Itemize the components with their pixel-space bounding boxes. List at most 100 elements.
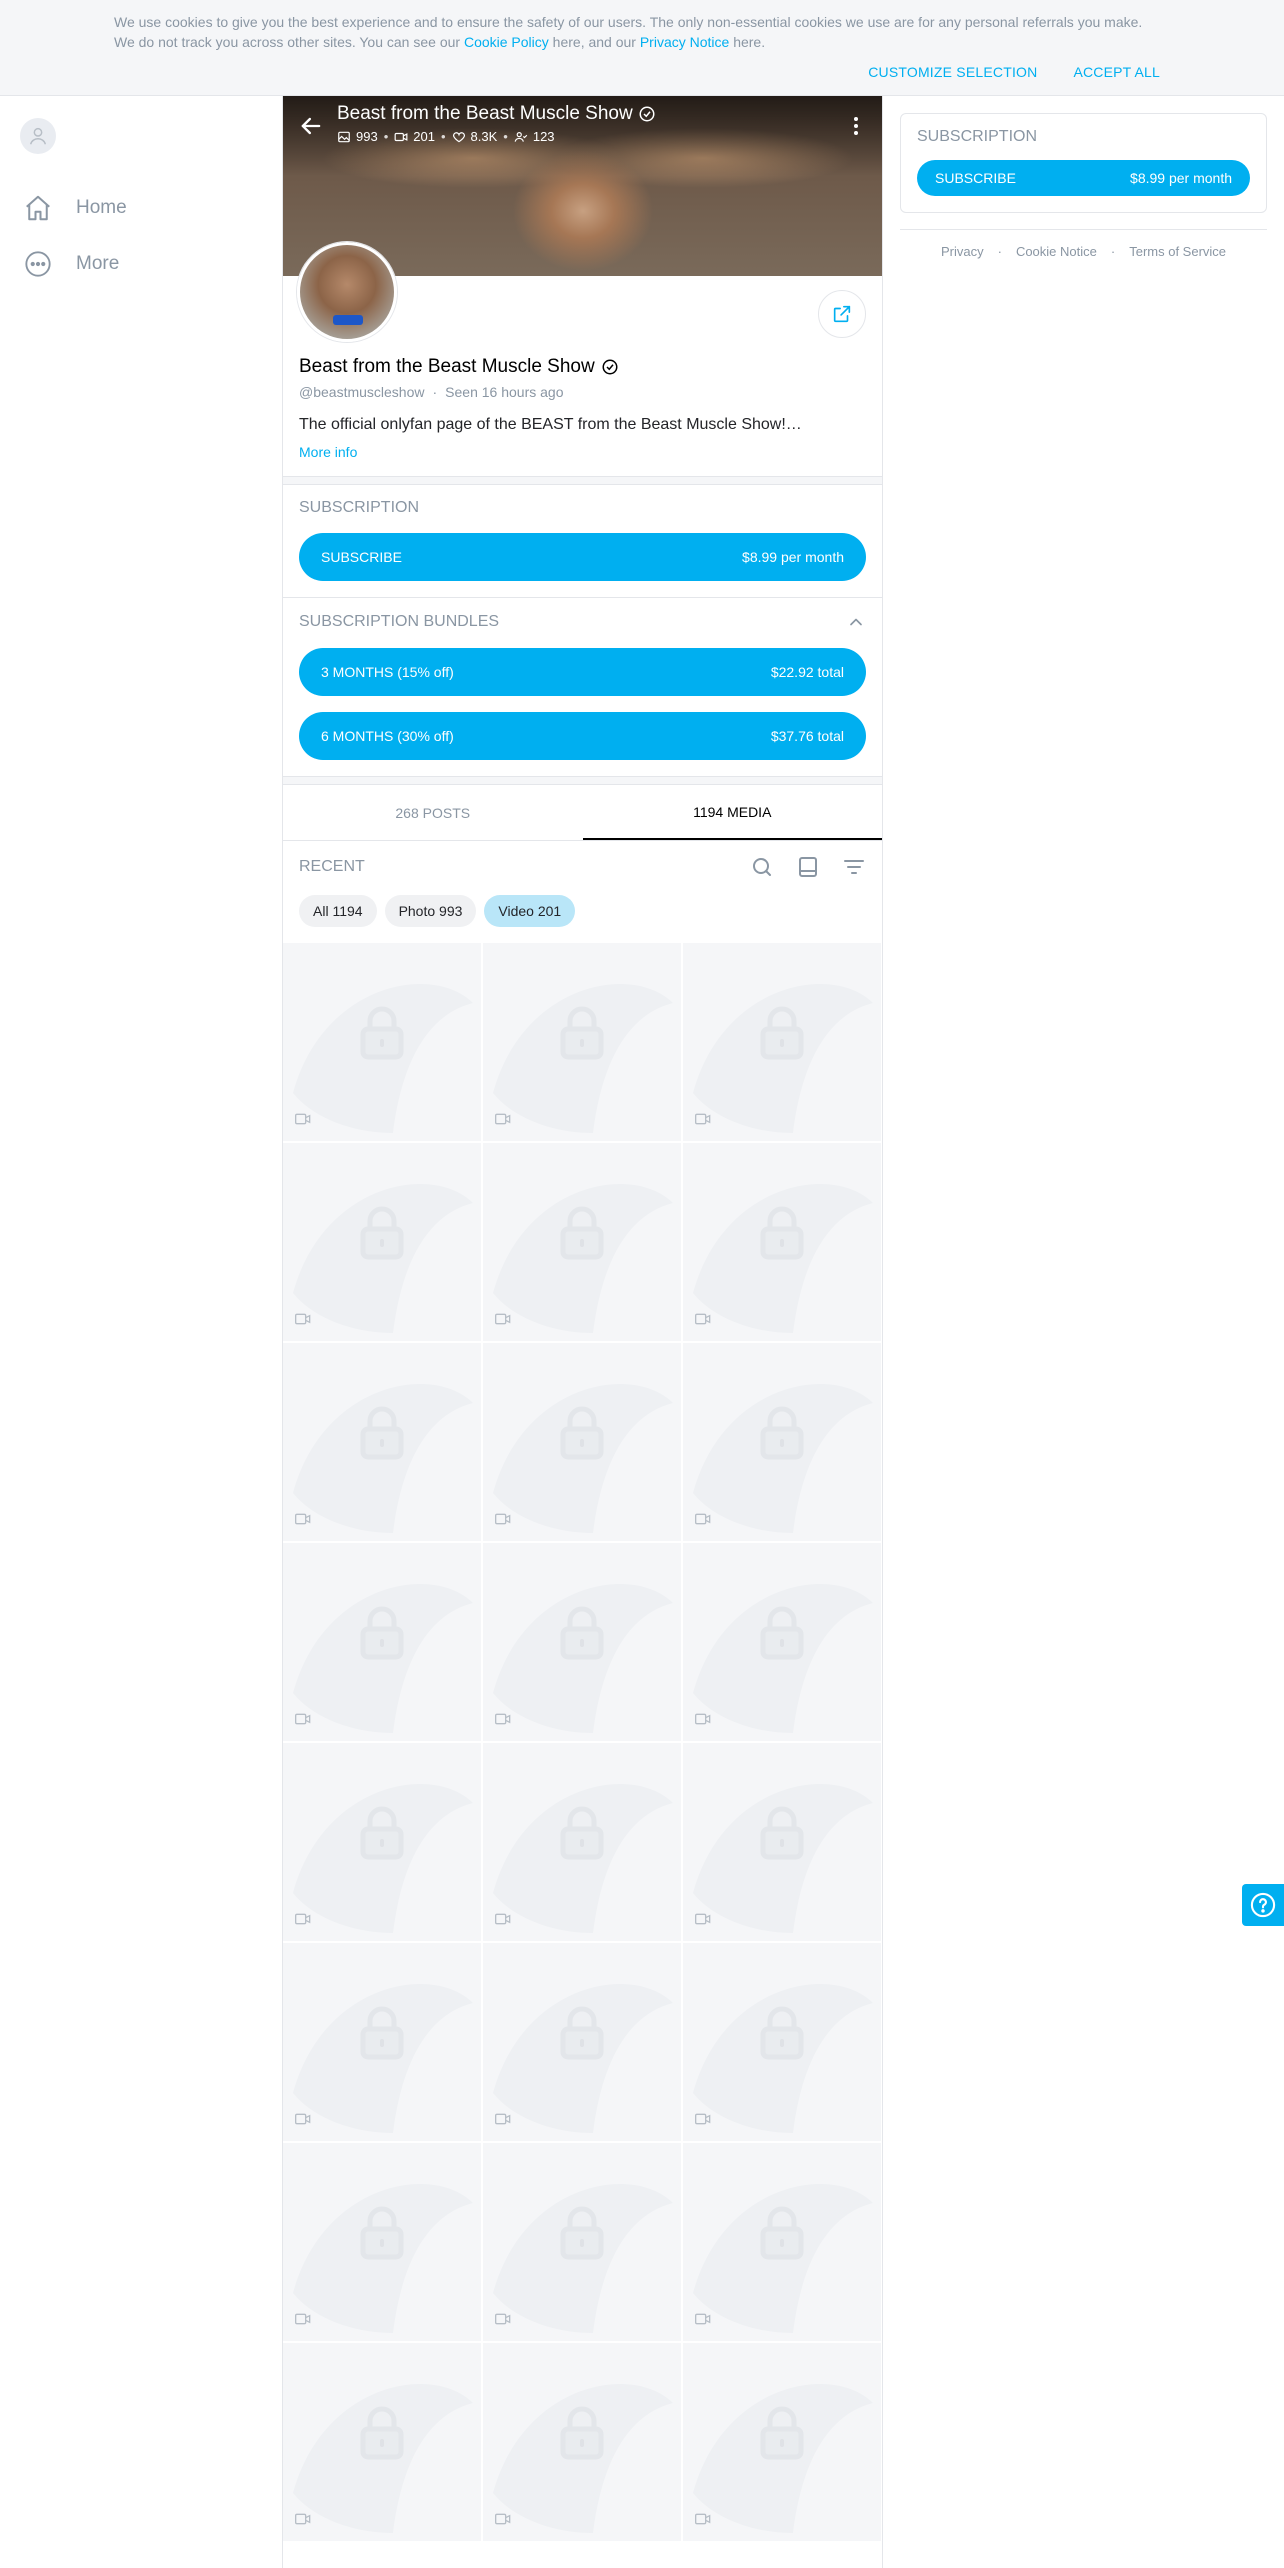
video-icon — [295, 2513, 311, 2525]
lock-icon — [360, 1806, 404, 1860]
sidebar-subscription-title: SUBSCRIPTION — [917, 128, 1250, 146]
media-tile[interactable] — [283, 1343, 481, 1541]
kebab-menu-icon[interactable] — [844, 112, 868, 140]
video-icon — [295, 1113, 311, 1125]
media-tile[interactable] — [283, 943, 481, 1141]
bundles-title: SUBSCRIPTION BUNDLES — [299, 613, 500, 630]
video-icon — [495, 2113, 511, 2125]
profile-avatar[interactable] — [297, 242, 397, 342]
tab-posts[interactable]: 268 POSTS — [283, 785, 583, 840]
profile-handle: @beastmuscleshow — [299, 384, 425, 400]
media-tile[interactable] — [683, 1943, 881, 2141]
bundle-3-months-button[interactable]: 3 MONTHS (15% off) $22.92 total — [299, 648, 866, 696]
media-tile[interactable] — [683, 2343, 881, 2541]
lock-icon — [360, 2006, 404, 2060]
media-tile[interactable] — [483, 1143, 681, 1341]
left-nav: Home More — [20, 118, 260, 292]
cookie-notice-link[interactable]: Cookie Notice — [1016, 244, 1097, 259]
lock-icon — [760, 1606, 804, 1660]
filter-video-chip[interactable]: Video 201 — [484, 895, 576, 927]
lock-icon — [560, 1406, 604, 1460]
privacy-notice-link[interactable]: Privacy Notice — [640, 34, 729, 50]
main-column: Beast from the Beast Muscle Show 993 • 2… — [282, 96, 883, 2568]
video-icon — [295, 1513, 311, 1525]
media-tile[interactable] — [683, 1143, 881, 1341]
media-tile[interactable] — [283, 1943, 481, 2141]
media-tile[interactable] — [683, 2143, 881, 2341]
video-icon — [495, 1713, 511, 1725]
lock-icon — [360, 1606, 404, 1660]
section-divider — [283, 477, 882, 485]
media-tile[interactable] — [283, 1743, 481, 1941]
terms-of-service-link[interactable]: Terms of Service — [1129, 244, 1226, 259]
bundle-price: $37.76 total — [770, 728, 844, 744]
fans-icon — [514, 131, 528, 142]
help-icon — [1250, 1892, 1276, 1918]
video-icon — [695, 2113, 711, 2125]
nav-item-more[interactable]: More — [20, 236, 260, 292]
photos-count: 993 — [356, 129, 378, 144]
media-tile[interactable] — [683, 943, 881, 1141]
search-icon[interactable] — [750, 855, 774, 879]
media-tile[interactable] — [483, 1543, 681, 1741]
media-tile[interactable] — [483, 1343, 681, 1541]
lock-icon — [760, 2206, 804, 2260]
sidebar-subscribe-button[interactable]: SUBSCRIBE $8.99 per month — [917, 160, 1250, 196]
more-info-link[interactable]: More info — [299, 444, 866, 460]
media-tile[interactable] — [683, 1343, 881, 1541]
stat-separator: • — [383, 129, 389, 144]
subscribe-button[interactable]: SUBSCRIBE $8.99 per month — [299, 533, 866, 581]
subscribe-label: SUBSCRIBE — [321, 549, 402, 565]
media-tile[interactable] — [283, 2343, 481, 2541]
media-tile[interactable] — [483, 2143, 681, 2341]
media-tile[interactable] — [683, 1543, 881, 1741]
video-icon — [695, 1913, 711, 1925]
media-tile[interactable] — [483, 2343, 681, 2541]
right-sidebar: SUBSCRIPTION SUBSCRIBE $8.99 per month P… — [900, 113, 1267, 259]
media-tile[interactable] — [283, 1143, 481, 1341]
customize-selection-button[interactable]: CUSTOMIZE SELECTION — [868, 64, 1037, 80]
filter-all-chip[interactable]: All 1194 — [299, 895, 377, 927]
media-tile[interactable] — [483, 1743, 681, 1941]
video-icon — [295, 1713, 311, 1725]
layout-toggle-icon[interactable] — [796, 855, 820, 879]
video-icon — [695, 2313, 711, 2325]
help-button[interactable] — [1242, 1884, 1284, 1926]
video-icon — [495, 2513, 511, 2525]
cookie-text-3: here. — [729, 34, 766, 50]
nav-item-home[interactable]: Home — [20, 180, 260, 236]
video-icon — [495, 1513, 511, 1525]
video-icon — [295, 1313, 311, 1325]
video-icon — [295, 2113, 311, 2125]
lock-icon — [360, 1006, 404, 1060]
heart-icon — [452, 131, 465, 142]
lock-icon — [360, 2206, 404, 2260]
media-tile[interactable] — [283, 1543, 481, 1741]
user-icon — [29, 127, 47, 145]
media-tile[interactable] — [483, 1943, 681, 2141]
media-tile[interactable] — [283, 2143, 481, 2341]
bundles-header[interactable]: SUBSCRIPTION BUNDLES — [299, 612, 866, 632]
back-arrow-icon[interactable] — [297, 112, 325, 140]
filter-photo-chip[interactable]: Photo 993 — [384, 895, 477, 927]
media-tile[interactable] — [683, 1743, 881, 1941]
tab-media[interactable]: 1194 MEDIA — [582, 785, 882, 840]
cookie-actions: CUSTOMIZE SELECTION ACCEPT ALL — [868, 64, 1160, 80]
avatar-detail — [333, 315, 363, 325]
lock-icon — [760, 1806, 804, 1860]
cover-header: Beast from the Beast Muscle Show 993 • 2… — [283, 96, 882, 156]
cookie-policy-link[interactable]: Cookie Policy — [464, 34, 549, 50]
lock-icon — [760, 2406, 804, 2460]
chevron-up-icon[interactable] — [846, 612, 866, 632]
accept-all-button[interactable]: ACCEPT ALL — [1073, 64, 1160, 80]
sort-icon[interactable] — [842, 855, 866, 879]
user-avatar[interactable] — [20, 118, 56, 154]
bundle-6-months-button[interactable]: 6 MONTHS (30% off) $37.76 total — [299, 712, 866, 760]
lock-icon — [560, 2006, 604, 2060]
verified-icon — [639, 106, 655, 122]
privacy-link[interactable]: Privacy — [941, 244, 984, 259]
lock-icon — [360, 1206, 404, 1260]
media-filters: All 1194 Photo 993 Video 201 — [283, 893, 882, 943]
share-button[interactable] — [818, 290, 866, 338]
media-tile[interactable] — [483, 943, 681, 1141]
